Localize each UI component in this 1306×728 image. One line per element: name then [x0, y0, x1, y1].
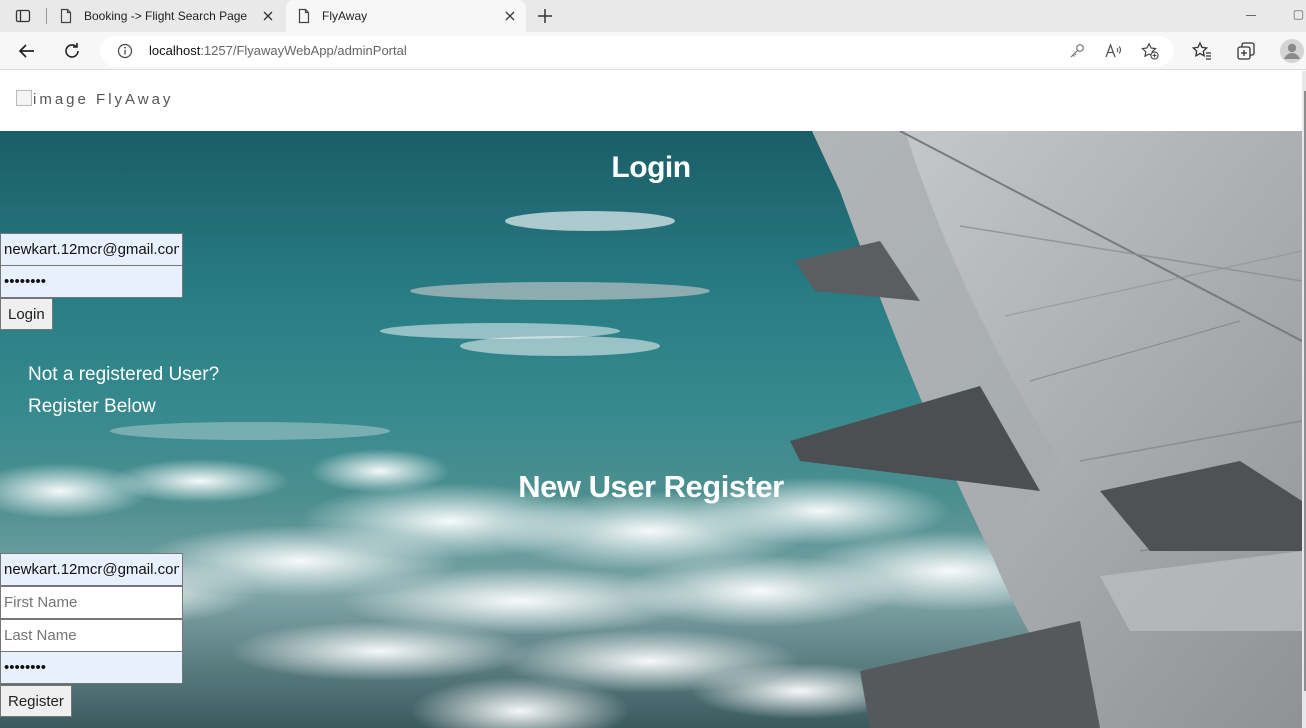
login-email-field[interactable] [0, 233, 183, 266]
favorites-icon[interactable] [1190, 39, 1214, 63]
browser-tab-strip: Booking -> Flight Search Page FlyAway [0, 0, 1306, 32]
minimize-icon[interactable] [1242, 6, 1260, 24]
profile-avatar-icon[interactable] [1279, 38, 1305, 64]
login-heading: Login [611, 151, 691, 184]
tab-title: Booking -> Flight Search Page [84, 9, 248, 23]
last-name-field[interactable] [0, 619, 183, 652]
page-icon [60, 8, 72, 24]
airplane-wing-background [0, 131, 1302, 728]
login-button[interactable]: Login [0, 298, 53, 330]
page-viewport: image FlyAway Login newkart.12mcr@gmail.… [0, 71, 1306, 728]
broken-logo-image [16, 90, 32, 106]
read-aloud-icon[interactable] [1104, 42, 1122, 60]
login-password-field[interactable] [0, 265, 183, 298]
site-header: image FlyAway [0, 71, 1306, 131]
tab-flyaway[interactable]: FlyAway [286, 0, 526, 32]
page-scrollbar[interactable] [1302, 71, 1306, 728]
add-favorite-icon[interactable] [1141, 42, 1159, 60]
url-host: localhost [149, 43, 201, 58]
not-registered-text: Not a registered User? [28, 364, 220, 385]
address-bar[interactable]: localhost:1257/FlyawayWebApp/adminPortal [100, 36, 1174, 66]
url-path: :1257/FlyawayWebApp/adminPortal [200, 43, 407, 58]
close-icon[interactable] [260, 8, 276, 24]
hero-section: Login Login Not a registered User? Regis… [0, 131, 1302, 728]
tab-actions-button[interactable] [8, 3, 38, 29]
new-tab-icon[interactable] [532, 3, 558, 29]
first-name-field[interactable] [0, 586, 183, 619]
back-icon[interactable] [15, 39, 39, 63]
logo-text: image FlyAway [33, 91, 173, 108]
browser-toolbar: localhost:1257/FlyawayWebApp/adminPortal [0, 32, 1306, 70]
register-heading: New User Register [518, 469, 784, 504]
page-icon [298, 8, 310, 24]
collections-icon[interactable] [1234, 39, 1258, 63]
reload-icon[interactable] [60, 39, 84, 63]
logo-alt-text: image [33, 91, 89, 108]
register-below-text: Register Below [28, 396, 156, 417]
tab-booking[interactable]: Booking -> Flight Search Page [48, 0, 284, 32]
tab-title: FlyAway [322, 9, 368, 23]
tab-actions-icon [15, 9, 31, 23]
key-icon[interactable] [1068, 42, 1086, 60]
brand-name: FlyAway [96, 91, 174, 108]
close-icon[interactable] [502, 8, 518, 24]
register-password-field[interactable] [0, 651, 183, 684]
register-email-field[interactable] [0, 553, 183, 586]
tab-separator [46, 8, 47, 24]
register-button[interactable]: Register [0, 685, 72, 717]
maximize-icon[interactable] [1289, 6, 1306, 24]
url-text: localhost:1257/FlyawayWebApp/adminPortal [149, 43, 407, 58]
info-icon[interactable] [117, 43, 133, 59]
